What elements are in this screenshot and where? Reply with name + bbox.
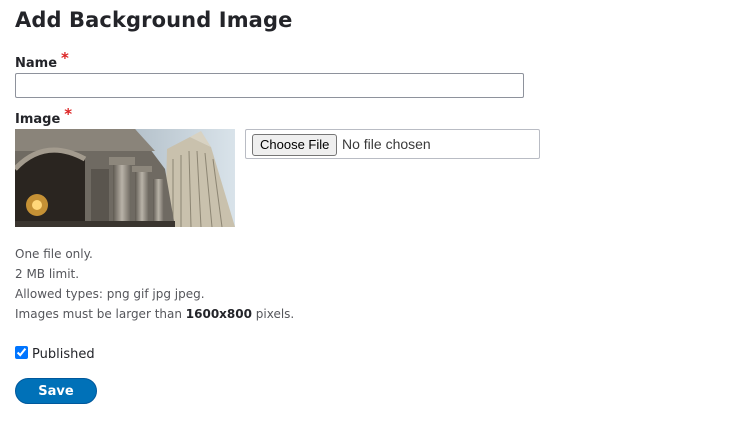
image-required-marker: * [64,105,73,123]
dimensions-suffix: pixels. [251,307,295,321]
file-count-hint: One file only. [15,247,93,261]
name-field-label: Name * [15,49,69,71]
choose-file-button[interactable]: Choose File [252,134,338,156]
file-status: No file chosen [342,136,431,152]
name-input[interactable] [15,73,524,98]
name-required-marker: * [61,49,69,67]
name-label-text: Name [15,56,58,71]
dimensions-prefix: Images must be larger than [15,307,186,321]
image-field-label: Image * [15,105,72,127]
image-label-text: Image [15,112,61,127]
image-dimensions-hint: Images must be larger than 1600x800 pixe… [15,307,294,321]
file-types-hint: Allowed types: png gif jpg jpeg. [15,287,205,301]
building-photo-icon [15,129,235,227]
file-upload-widget[interactable]: Choose File No file chosen [245,129,540,159]
page-title: Add Background Image [15,8,293,32]
published-label[interactable]: Published [32,347,95,362]
dimensions-value: 1600x800 [185,307,252,321]
file-size-hint: 2 MB limit. [15,267,80,281]
image-preview [15,129,235,227]
save-button[interactable]: Save [15,378,97,404]
published-checkbox[interactable] [15,346,28,359]
